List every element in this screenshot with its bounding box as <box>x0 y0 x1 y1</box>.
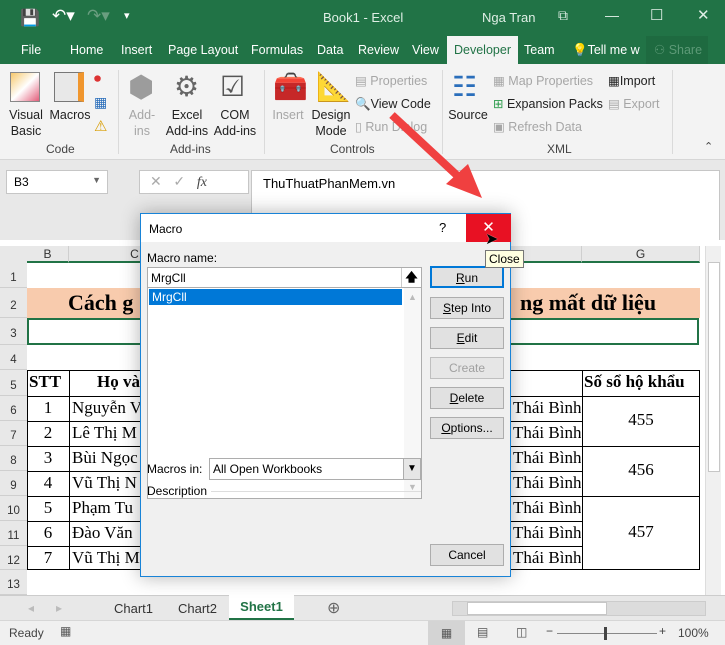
arrow-shaft <box>389 112 465 183</box>
annotation-arrow <box>389 112 482 198</box>
